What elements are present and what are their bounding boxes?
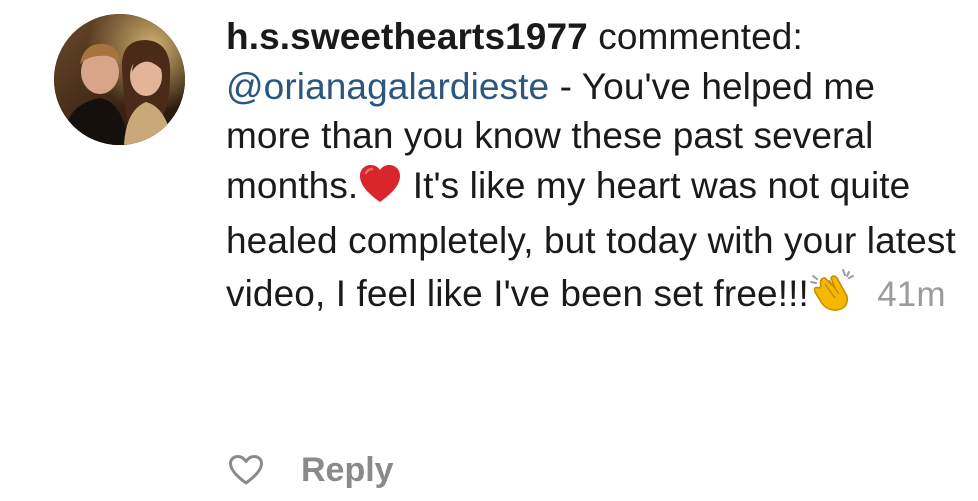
red-heart-emoji: [358, 164, 402, 217]
comment-actions: Reply: [226, 448, 394, 492]
avatar-photo: [54, 14, 185, 145]
heart-outline-icon: [229, 455, 263, 485]
like-button[interactable]: [226, 450, 266, 490]
comment-text: h.s.sweethearts1977 commented: @orianaga…: [226, 12, 956, 324]
comment-item: h.s.sweethearts1977 commented: @orianaga…: [0, 0, 978, 501]
reply-button[interactable]: Reply: [301, 451, 394, 490]
comment-timestamp: 41m: [877, 274, 946, 314]
comment-action-text: commented:: [598, 16, 803, 57]
comment-mention-link[interactable]: @orianagalardieste: [226, 66, 549, 107]
comment-username[interactable]: h.s.sweethearts1977: [226, 16, 588, 57]
avatar[interactable]: [54, 14, 185, 145]
clapping-hands-emoji: [809, 266, 859, 325]
